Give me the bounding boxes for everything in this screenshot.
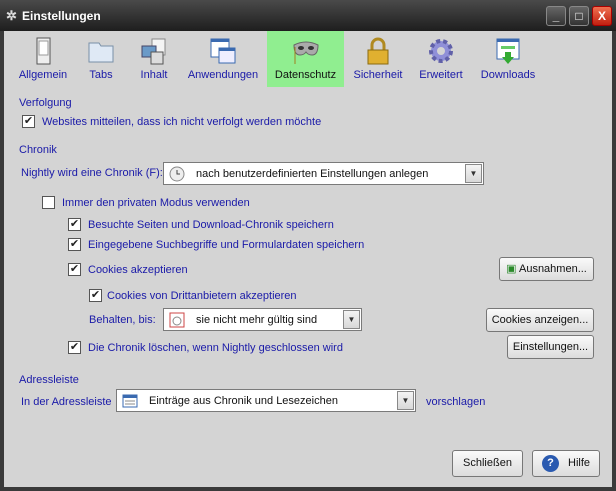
- forms-label[interactable]: Eingegebene Suchbegriffe und Formulardat…: [88, 239, 364, 251]
- chevron-down-icon[interactable]: ▼: [465, 164, 482, 183]
- close-button[interactable]: X: [592, 6, 612, 26]
- maximize-button[interactable]: □: [569, 6, 589, 26]
- minimize-button[interactable]: _: [546, 6, 566, 26]
- keep-until-value: sie nicht mehr gültig sind: [196, 314, 318, 326]
- list-icon: [122, 394, 138, 408]
- tab-label: Downloads: [480, 69, 536, 81]
- history-mode-dropdown[interactable]: nach benutzerdefinierten Einstellungen a…: [163, 162, 484, 185]
- private-mode-checkbox[interactable]: [42, 196, 55, 209]
- location-suffix: vorschlagen: [426, 396, 486, 408]
- forms-checkbox[interactable]: ✔: [68, 238, 81, 251]
- tab-downloads[interactable]: Downloads: [478, 31, 538, 87]
- lock-icon: [367, 37, 389, 65]
- title-bar[interactable]: ✲ Einstellungen _ □ X: [0, 0, 616, 31]
- clear-on-close-checkbox[interactable]: ✔: [68, 341, 81, 354]
- gear-icon: ✲: [6, 8, 17, 23]
- tab-label: Anwendungen: [187, 69, 259, 81]
- download-icon: [496, 38, 520, 64]
- location-suggest-value: Einträge aus Chronik und Lesezeichen: [149, 395, 338, 407]
- history-heading: Chronik: [19, 144, 57, 156]
- location-label: In der Adressleiste: [21, 396, 112, 408]
- keep-until-dropdown[interactable]: sie nicht mehr gültig sind ▼: [163, 308, 362, 331]
- thirdparty-label[interactable]: Cookies von Drittanbietern akzeptieren: [107, 290, 297, 302]
- clock-icon: [169, 166, 185, 182]
- chevron-down-icon[interactable]: ▼: [343, 310, 360, 329]
- exceptions-label: Ausnahmen...: [518, 263, 587, 275]
- cookies-label[interactable]: Cookies akzeptieren: [88, 264, 188, 276]
- tab-label: Erweitert: [419, 69, 463, 81]
- tab-anwendungen[interactable]: Anwendungen: [184, 31, 262, 87]
- tracking-heading: Verfolgung: [19, 97, 72, 109]
- preferences-content: Allgemein Tabs Inhalt Anwendungen Datens…: [4, 31, 612, 487]
- dnt-checkbox[interactable]: ✔: [22, 115, 35, 128]
- tab-label: Sicherheit: [353, 69, 403, 81]
- tab-allgemein[interactable]: Allgemein: [16, 31, 70, 87]
- tab-label: Allgemein: [18, 69, 68, 81]
- gear-icon: [429, 39, 453, 63]
- content-icon: [141, 38, 166, 65]
- tab-label: Tabs: [89, 69, 113, 81]
- thirdparty-checkbox[interactable]: ✔: [89, 289, 102, 302]
- history-settings-button[interactable]: Einstellungen...: [507, 335, 594, 359]
- mask-icon: [292, 41, 319, 64]
- applications-icon: [210, 38, 236, 64]
- help-button[interactable]: ? Hilfe: [532, 450, 600, 477]
- location-suggest-dropdown[interactable]: Einträge aus Chronik und Lesezeichen ▼: [116, 389, 416, 412]
- tab-label: Datenschutz: [274, 69, 337, 81]
- help-icon: ?: [541, 454, 559, 472]
- private-mode-label[interactable]: Immer den privaten Modus verwenden: [62, 197, 250, 209]
- help-label: Hilfe: [568, 457, 591, 469]
- close-dialog-button[interactable]: Schließen: [452, 450, 523, 477]
- folder-icon: [88, 42, 114, 63]
- visited-label[interactable]: Besuchte Seiten und Download-Chronik spe…: [88, 219, 334, 231]
- chevron-down-icon[interactable]: ▼: [397, 391, 414, 410]
- visited-checkbox[interactable]: ✔: [68, 218, 81, 231]
- cookies-checkbox[interactable]: ✔: [68, 263, 81, 276]
- keep-until-label: Behalten, bis:: [89, 314, 156, 326]
- calendar-clock-icon: [169, 312, 185, 328]
- preferences-window: ✲ Einstellungen _ □ X Allgemein Tabs Inh…: [0, 0, 616, 491]
- history-mode-label: Nightly wird eine Chronik (F):: [21, 167, 163, 179]
- tab-tabs[interactable]: Tabs: [81, 31, 121, 87]
- exceptions-button[interactable]: ▣ Ausnahmen...: [499, 257, 594, 281]
- tab-label: Inhalt: [140, 69, 168, 81]
- tab-datenschutz[interactable]: Datenschutz: [267, 31, 344, 87]
- history-mode-value: nach benutzerdefinierten Einstellungen a…: [196, 168, 429, 180]
- window-title: Einstellungen: [22, 9, 101, 23]
- dnt-label[interactable]: Websites mitteilen, dass ich nicht verfo…: [42, 116, 321, 128]
- clear-on-close-label[interactable]: Die Chronik löschen, wenn Nightly geschl…: [88, 342, 343, 354]
- exceptions-icon: ▣: [506, 263, 519, 275]
- location-heading: Adressleiste: [19, 374, 79, 386]
- tab-sicherheit[interactable]: Sicherheit: [352, 31, 404, 87]
- switch-icon: [36, 37, 51, 65]
- tab-inhalt[interactable]: Inhalt: [133, 31, 175, 87]
- tab-erweitert[interactable]: Erweitert: [416, 31, 466, 87]
- show-cookies-button[interactable]: Cookies anzeigen...: [486, 308, 594, 332]
